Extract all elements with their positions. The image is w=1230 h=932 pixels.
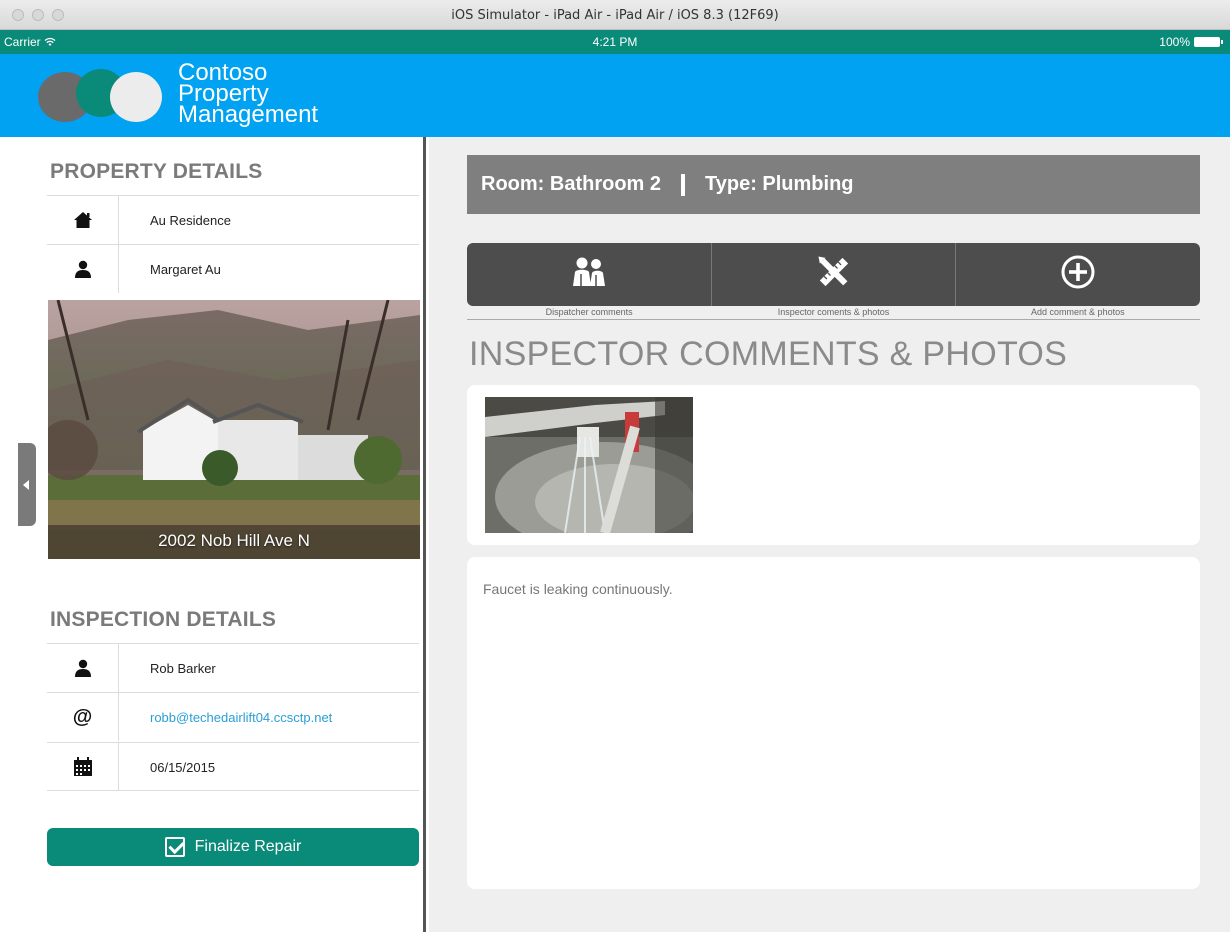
logo-circle-white	[110, 72, 162, 122]
owner-name: Margaret Au	[150, 262, 221, 277]
app-header: Contoso Property Management	[0, 54, 1230, 137]
property-photo: 2002 Nob Hill Ave N	[48, 300, 420, 559]
inspection-details-title: INSPECTION DETAILS	[50, 608, 277, 631]
collapse-sidebar-handle[interactable]	[18, 443, 36, 526]
comment-card[interactable]: Faucet is leaking continuously.	[467, 557, 1200, 889]
window-title: iOS Simulator - iPad Air - iPad Air / iO…	[451, 8, 779, 23]
residence-name: Au Residence	[150, 213, 231, 228]
inspection-row-inspector: Rob Barker	[47, 643, 419, 692]
battery-icon	[1194, 37, 1223, 47]
property-row-residence: Au Residence	[47, 195, 419, 244]
plus-circle-icon	[1060, 254, 1096, 295]
add-comment-button[interactable]	[956, 243, 1200, 306]
add-comment-label[interactable]: Add comment & photos	[956, 306, 1200, 319]
status-time: 4:21 PM	[592, 35, 638, 49]
home-icon	[47, 196, 119, 244]
comment-text: Faucet is leaking continuously.	[483, 581, 673, 597]
photos-card	[467, 385, 1200, 545]
dispatcher-comments-label[interactable]: Dispatcher comments	[467, 306, 711, 319]
right-panel: Room: Bathroom 2 Type: Plumbing Dispatch…	[429, 137, 1230, 932]
dispatcher-comments-button[interactable]	[467, 243, 712, 306]
battery-indicator: 100%	[1159, 35, 1223, 49]
tools-icon	[816, 254, 852, 295]
inspection-row-email[interactable]: @ robb@techedairlift04.ccsctp.net	[47, 692, 419, 741]
type-label: Type: Plumbing	[705, 173, 854, 195]
property-row-owner: Margaret Au	[47, 244, 419, 293]
inspector-comments-label[interactable]: Inspector coments & photos	[711, 306, 955, 319]
inspection-row-date: 06/15/2015	[47, 742, 419, 791]
inspector-name: Rob Barker	[150, 661, 216, 676]
room-type-bar: Room: Bathroom 2 Type: Plumbing	[467, 155, 1200, 214]
inspection-date: 06/15/2015	[150, 760, 216, 775]
faucet-photo-thumbnail[interactable]	[485, 397, 693, 533]
brand-line-3: Management	[178, 101, 319, 128]
calendar-icon	[47, 743, 119, 791]
toolbar-labels: Dispatcher comments Inspector coments & …	[467, 306, 1200, 320]
property-details-title: PROPERTY DETAILS	[50, 160, 263, 183]
finalize-repair-button[interactable]: Finalize Repair	[47, 828, 419, 866]
person-icon	[47, 245, 119, 293]
room-label: Room: Bathroom 2	[481, 173, 661, 195]
inspector-email-link[interactable]: robb@techedairlift04.ccsctp.net	[150, 710, 332, 725]
checkbox-icon	[164, 837, 185, 857]
battery-percent: 100%	[1159, 35, 1190, 49]
at-icon: @	[47, 693, 119, 741]
ios-status-bar: Carrier 4:21 PM 100%	[0, 30, 1230, 54]
property-address: 2002 Nob Hill Ave N	[158, 531, 310, 550]
room-type-divider	[681, 173, 685, 196]
person-icon	[47, 644, 119, 692]
inspector-comments-button[interactable]	[712, 243, 957, 306]
finalize-repair-label: Finalize Repair	[194, 838, 302, 855]
brand-name: Contoso Property Management	[178, 61, 319, 128]
people-icon	[571, 256, 607, 293]
window-titlebar: iOS Simulator - iPad Air - iPad Air / iO…	[0, 0, 1230, 30]
comments-toolbar	[467, 243, 1200, 306]
section-heading: INSPECTOR COMMENTS & PHOTOS	[469, 335, 1068, 373]
